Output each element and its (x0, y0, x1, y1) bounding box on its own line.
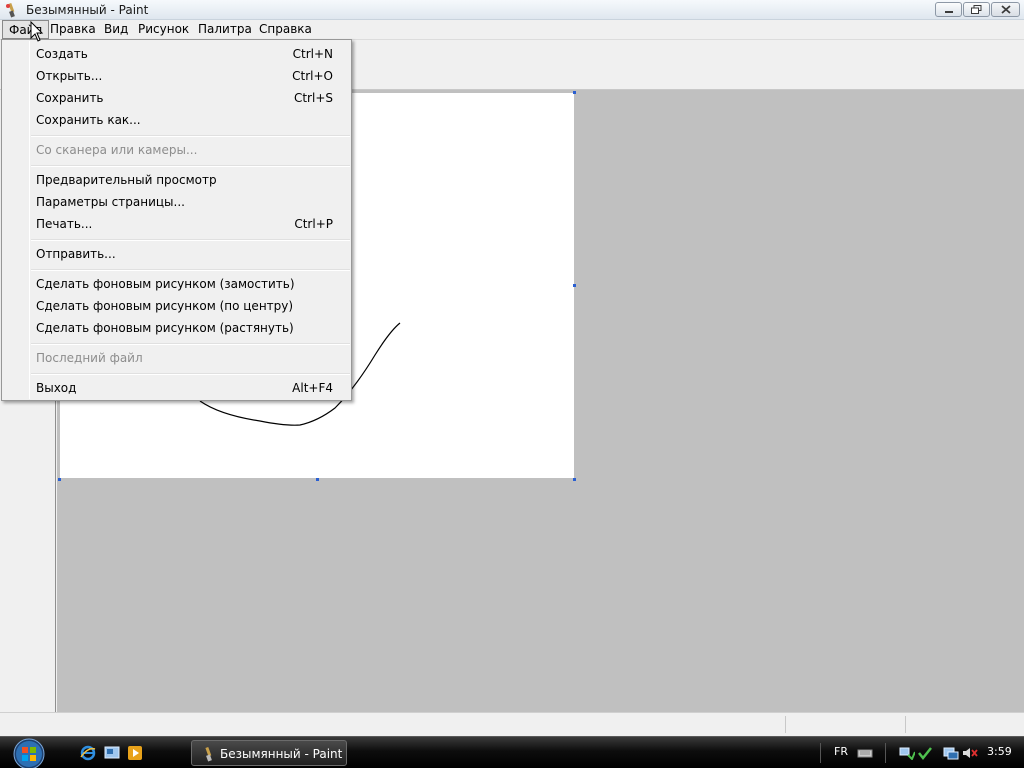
minimize-button[interactable] (935, 2, 962, 17)
menu-colors[interactable]: Палитра (192, 20, 258, 39)
menu-item-exit[interactable]: Выход Alt+F4 (4, 377, 349, 399)
menu-item-from-scanner: Со сканера или камеры... (4, 139, 349, 161)
media-player-icon[interactable] (127, 745, 143, 761)
menu-item-new[interactable]: Создать Ctrl+N (4, 43, 349, 65)
menu-item-label: Создать (36, 47, 88, 61)
menu-item-label: Печать... (36, 217, 93, 231)
menu-item-save[interactable]: Сохранить Ctrl+S (4, 87, 349, 109)
security-icon[interactable] (917, 746, 933, 760)
status-divider (905, 716, 906, 733)
show-desktop-icon[interactable] (104, 745, 120, 761)
menu-item-label: Параметры страницы... (36, 195, 185, 209)
menu-item-print-preview[interactable]: Предварительный просмотр (4, 169, 349, 191)
paint-brush-icon (6, 2, 15, 18)
menu-view[interactable]: Вид (98, 20, 134, 39)
menu-item-label: Сделать фоновым рисунком (по центру) (36, 299, 294, 313)
network-icon[interactable] (899, 746, 915, 760)
resize-handle-right[interactable] (573, 284, 576, 287)
tray-divider (820, 743, 821, 763)
status-divider (785, 716, 786, 733)
tray-divider (885, 743, 886, 763)
menu-item-label: Сохранить как... (36, 113, 141, 127)
menu-item-wallpaper-stretch[interactable]: Сделать фоновым рисунком (растянуть) (4, 317, 349, 339)
menu-item-send[interactable]: Отправить... (4, 243, 349, 265)
internet-explorer-icon[interactable] (80, 745, 96, 761)
menu-item-label: Сделать фоновым рисунком (растянуть) (36, 321, 294, 335)
resize-handle-bottom-left (58, 478, 61, 481)
menu-separator (31, 373, 350, 375)
menu-bar: Файл Правка Вид Рисунок Палитра Справка (0, 20, 1024, 40)
menu-item-label: Открыть... (36, 69, 103, 83)
menu-edit[interactable]: Правка (44, 20, 102, 39)
restore-button[interactable] (963, 2, 990, 17)
resize-handle-bottom[interactable] (316, 478, 319, 481)
display-icon[interactable] (943, 746, 959, 760)
windows-start-orb-icon[interactable] (8, 738, 50, 768)
mouse-cursor-icon (30, 21, 44, 42)
menu-separator (31, 135, 350, 137)
menu-item-wallpaper-tile[interactable]: Сделать фоновым рисунком (замостить) (4, 273, 349, 295)
menu-item-shortcut: Ctrl+O (292, 69, 333, 83)
clock[interactable]: 3:59 (987, 745, 1012, 758)
menu-item-shortcut: Ctrl+S (293, 91, 333, 105)
menu-item-wallpaper-center[interactable]: Сделать фоновым рисунком (по центру) (4, 295, 349, 317)
resize-handle-top-right (573, 91, 576, 94)
menu-item-label: Со сканера или камеры... (36, 143, 198, 157)
status-bar (0, 712, 1024, 736)
menu-item-shortcut: Ctrl+P (294, 217, 333, 231)
menu-item-label: Сохранить (36, 91, 104, 105)
close-button[interactable] (991, 2, 1020, 17)
maximize-icon (971, 5, 982, 14)
menu-help[interactable]: Справка (253, 20, 318, 39)
resize-handle-corner[interactable] (573, 478, 576, 481)
menu-item-label: Выход (36, 381, 77, 395)
language-indicator[interactable]: FR (834, 745, 848, 758)
menu-item-label: Последний файл (36, 351, 143, 365)
menu-item-shortcut: Alt+F4 (292, 381, 333, 395)
keyboard-icon[interactable] (857, 746, 873, 760)
file-menu-dropdown: Создать Ctrl+N Открыть... Ctrl+O Сохрани… (1, 39, 352, 401)
window-title: Безымянный - Paint (26, 3, 149, 17)
taskbar: Безымянный - Paint FR 3:59 (0, 736, 1024, 768)
menu-item-open[interactable]: Открыть... Ctrl+O (4, 65, 349, 87)
menu-separator (31, 165, 350, 167)
menu-image[interactable]: Рисунок (132, 20, 195, 39)
taskbar-button-paint[interactable]: Безымянный - Paint (191, 740, 347, 766)
menu-item-save-as[interactable]: Сохранить как... (4, 109, 349, 131)
paint-brush-icon (205, 746, 212, 762)
menu-item-label: Сделать фоновым рисунком (замостить) (36, 277, 295, 291)
menu-separator (31, 269, 350, 271)
menu-item-shortcut: Ctrl+N (292, 47, 333, 61)
title-bar[interactable]: Безымянный - Paint (0, 0, 1024, 20)
menu-item-recent-file: Последний файл (4, 347, 349, 369)
menu-item-label: Предварительный просмотр (36, 173, 217, 187)
close-icon (1000, 5, 1011, 14)
menu-item-label: Отправить... (36, 247, 116, 261)
minimize-icon (944, 10, 953, 13)
volume-muted-icon[interactable] (962, 746, 978, 760)
menu-separator (31, 343, 350, 345)
taskbar-button-label: Безымянный - Paint (220, 747, 343, 761)
menu-item-print[interactable]: Печать... Ctrl+P (4, 213, 349, 235)
menu-item-page-setup[interactable]: Параметры страницы... (4, 191, 349, 213)
menu-separator (31, 239, 350, 241)
